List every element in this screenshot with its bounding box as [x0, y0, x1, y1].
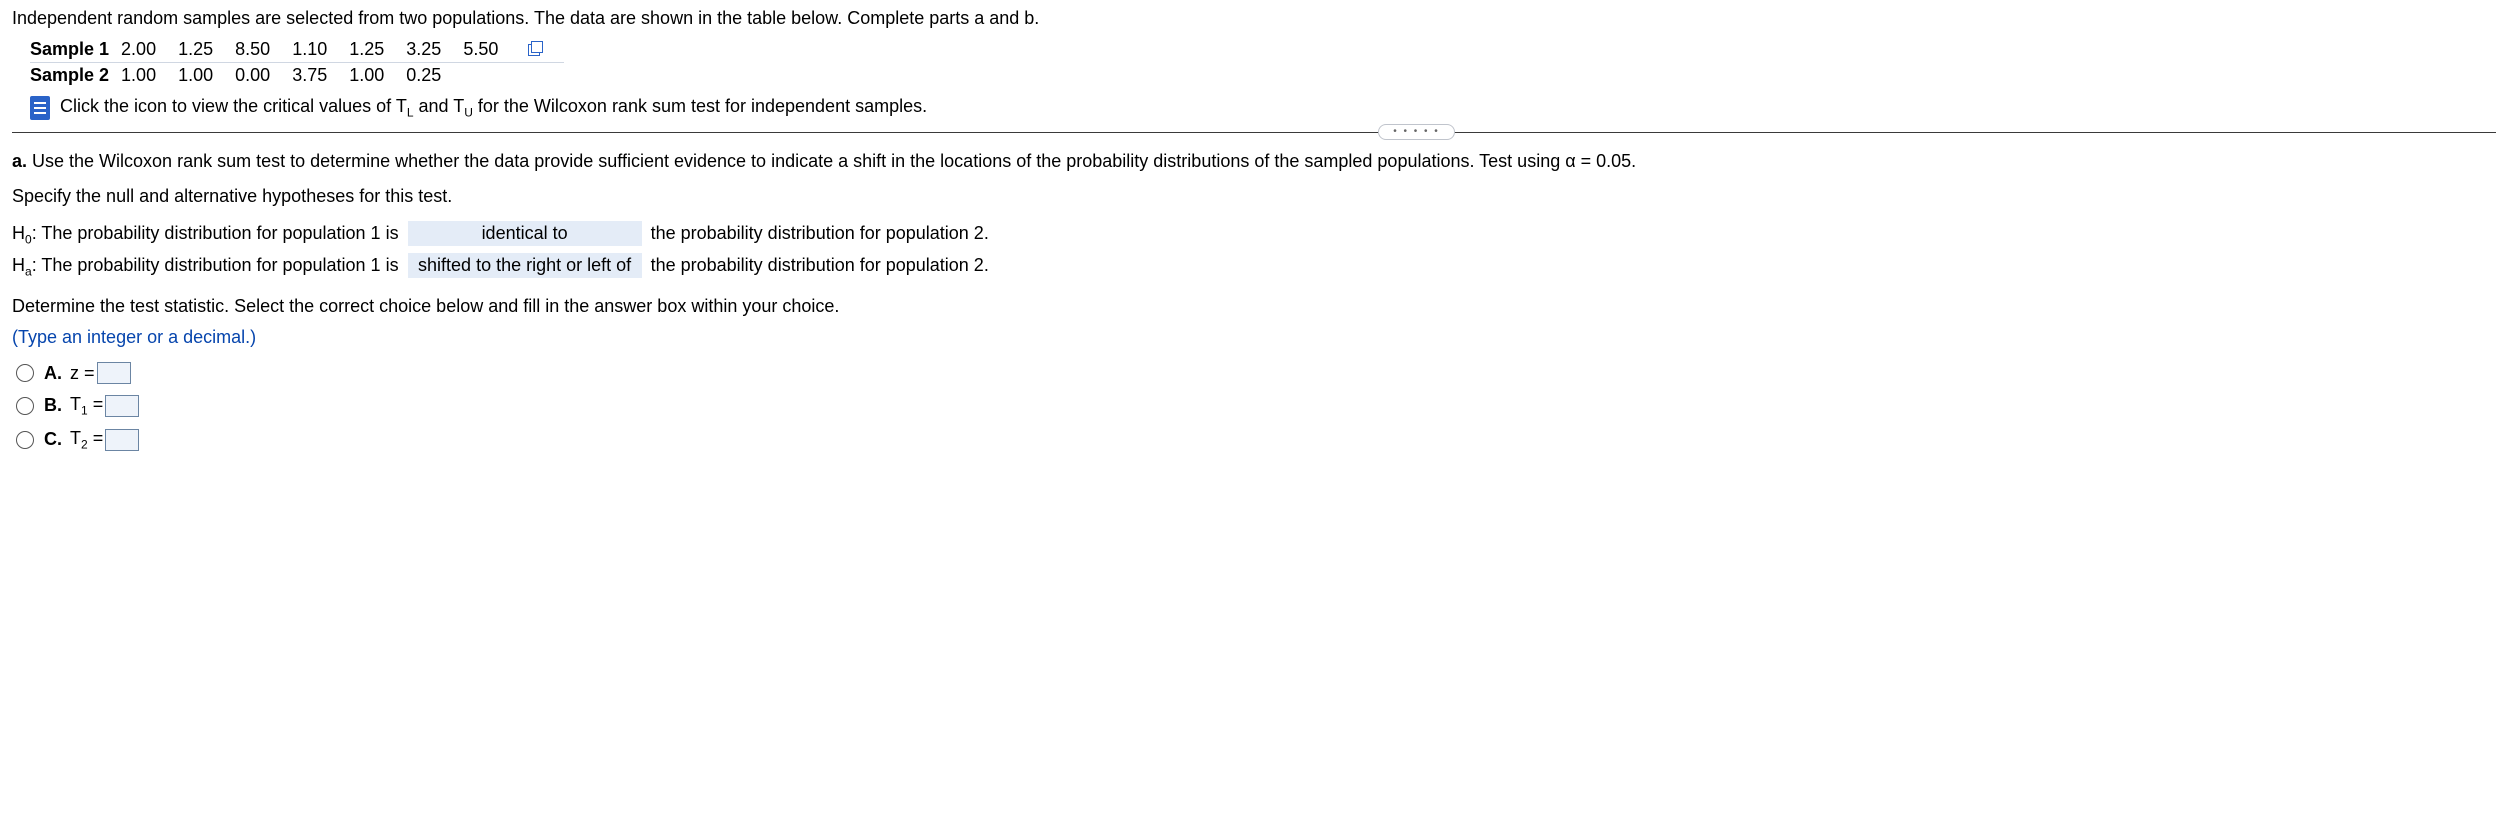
alt-hypothesis-row: Ha: The probability distribution for pop…	[12, 253, 2496, 279]
choice-b-label: B.	[44, 395, 70, 416]
answer-input-b[interactable]	[105, 395, 139, 417]
choice-a-label: A.	[44, 363, 70, 384]
radio-a[interactable]	[16, 364, 34, 382]
radio-b[interactable]	[16, 397, 34, 415]
choice-a-text: z =	[70, 363, 95, 384]
cell: 0.25	[406, 63, 463, 89]
cell: 1.10	[292, 37, 349, 63]
table-row: Sample 2 1.00 1.00 0.00 3.75 1.00 0.25	[30, 63, 564, 89]
radio-c[interactable]	[16, 431, 34, 449]
question-a-text: Use the Wilcoxon rank sum test to determ…	[32, 151, 1636, 171]
choice-c-row[interactable]: C. T2 =	[16, 428, 2496, 452]
question-a: a. Use the Wilcoxon rank sum test to det…	[12, 151, 2496, 172]
null-hypothesis-row: H0: The probability distribution for pop…	[12, 221, 2496, 247]
ha-fill-dropdown[interactable]: shifted to the right or left of	[408, 253, 642, 278]
data-table: Sample 1 2.00 1.25 8.50 1.10 1.25 3.25 5…	[30, 37, 2496, 88]
answer-input-c[interactable]	[105, 429, 139, 451]
choice-b-row[interactable]: B. T1 =	[16, 394, 2496, 418]
cell: 1.25	[349, 37, 406, 63]
test-statistic-instruction: Determine the test statistic. Select the…	[12, 296, 2496, 317]
choice-c-text: T2 =	[70, 428, 103, 452]
answer-input-a[interactable]	[97, 362, 131, 384]
critical-values-row: Click the icon to view the critical valu…	[30, 96, 2496, 120]
cell: 0.00	[235, 63, 292, 89]
row-label-2: Sample 2	[30, 63, 121, 89]
h0-fill-dropdown[interactable]: identical to	[408, 221, 642, 246]
expand-dots[interactable]: • • • • •	[1378, 124, 1455, 140]
choice-b-text: T1 =	[70, 394, 103, 418]
type-hint: (Type an integer or a decimal.)	[12, 327, 2496, 348]
table-row: Sample 1 2.00 1.25 8.50 1.10 1.25 3.25 5…	[30, 37, 564, 63]
cell: 5.50	[463, 37, 520, 63]
intro-text: Independent random samples are selected …	[12, 8, 2496, 29]
row-label-1: Sample 1	[30, 37, 121, 63]
cell: 1.25	[178, 37, 235, 63]
cell: 1.00	[121, 63, 178, 89]
cell: 8.50	[235, 37, 292, 63]
copy-cell	[520, 37, 564, 63]
question-a-prefix: a.	[12, 151, 32, 171]
cell: 2.00	[121, 37, 178, 63]
cell: 1.00	[178, 63, 235, 89]
hypothesis-prompt: Specify the null and alternative hypothe…	[12, 186, 2496, 207]
cell: 1.00	[349, 63, 406, 89]
choice-c-label: C.	[44, 429, 70, 450]
cell: 3.75	[292, 63, 349, 89]
copy-icon[interactable]	[526, 42, 542, 58]
section-divider: • • • • •	[12, 132, 2496, 133]
document-icon[interactable]	[30, 96, 50, 120]
critical-values-text: Click the icon to view the critical valu…	[60, 96, 927, 120]
cell: 3.25	[406, 37, 463, 63]
choice-a-row[interactable]: A. z =	[16, 362, 2496, 384]
